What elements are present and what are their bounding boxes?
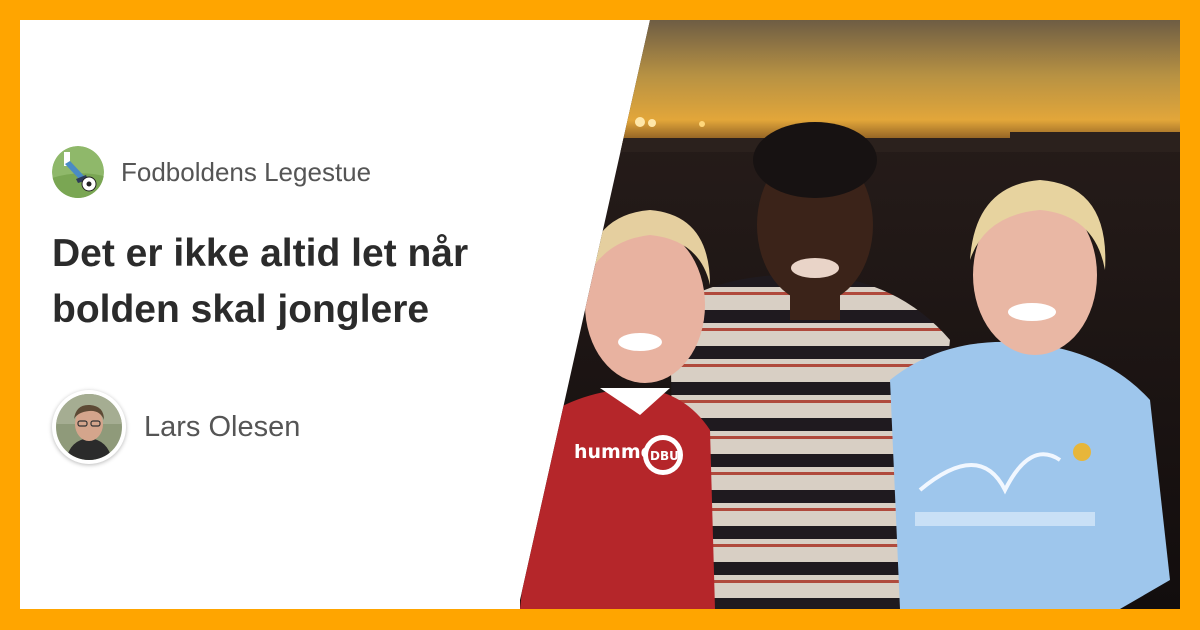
author-byline[interactable]: Lars Olesen [52,390,300,464]
publication-header[interactable]: Fodboldens Legestue [52,146,371,198]
publication-name[interactable]: Fodboldens Legestue [121,157,371,188]
author-avatar[interactable] [52,390,126,464]
share-card[interactable]: hummel DBU Fodboldens Legestue Det er ik… [20,20,1180,609]
jersey-badge-text: DBU [650,449,679,463]
article-title[interactable]: Det er ikke altid let når bolden skal jo… [52,226,572,338]
author-portrait [56,394,122,460]
author-name[interactable]: Lars Olesen [144,411,300,444]
soccer-kick-icon[interactable] [52,146,104,198]
share-card-frame: hummel DBU Fodboldens Legestue Det er ik… [0,0,1200,630]
text-panel: Fodboldens Legestue Det er ikke altid le… [20,20,620,609]
